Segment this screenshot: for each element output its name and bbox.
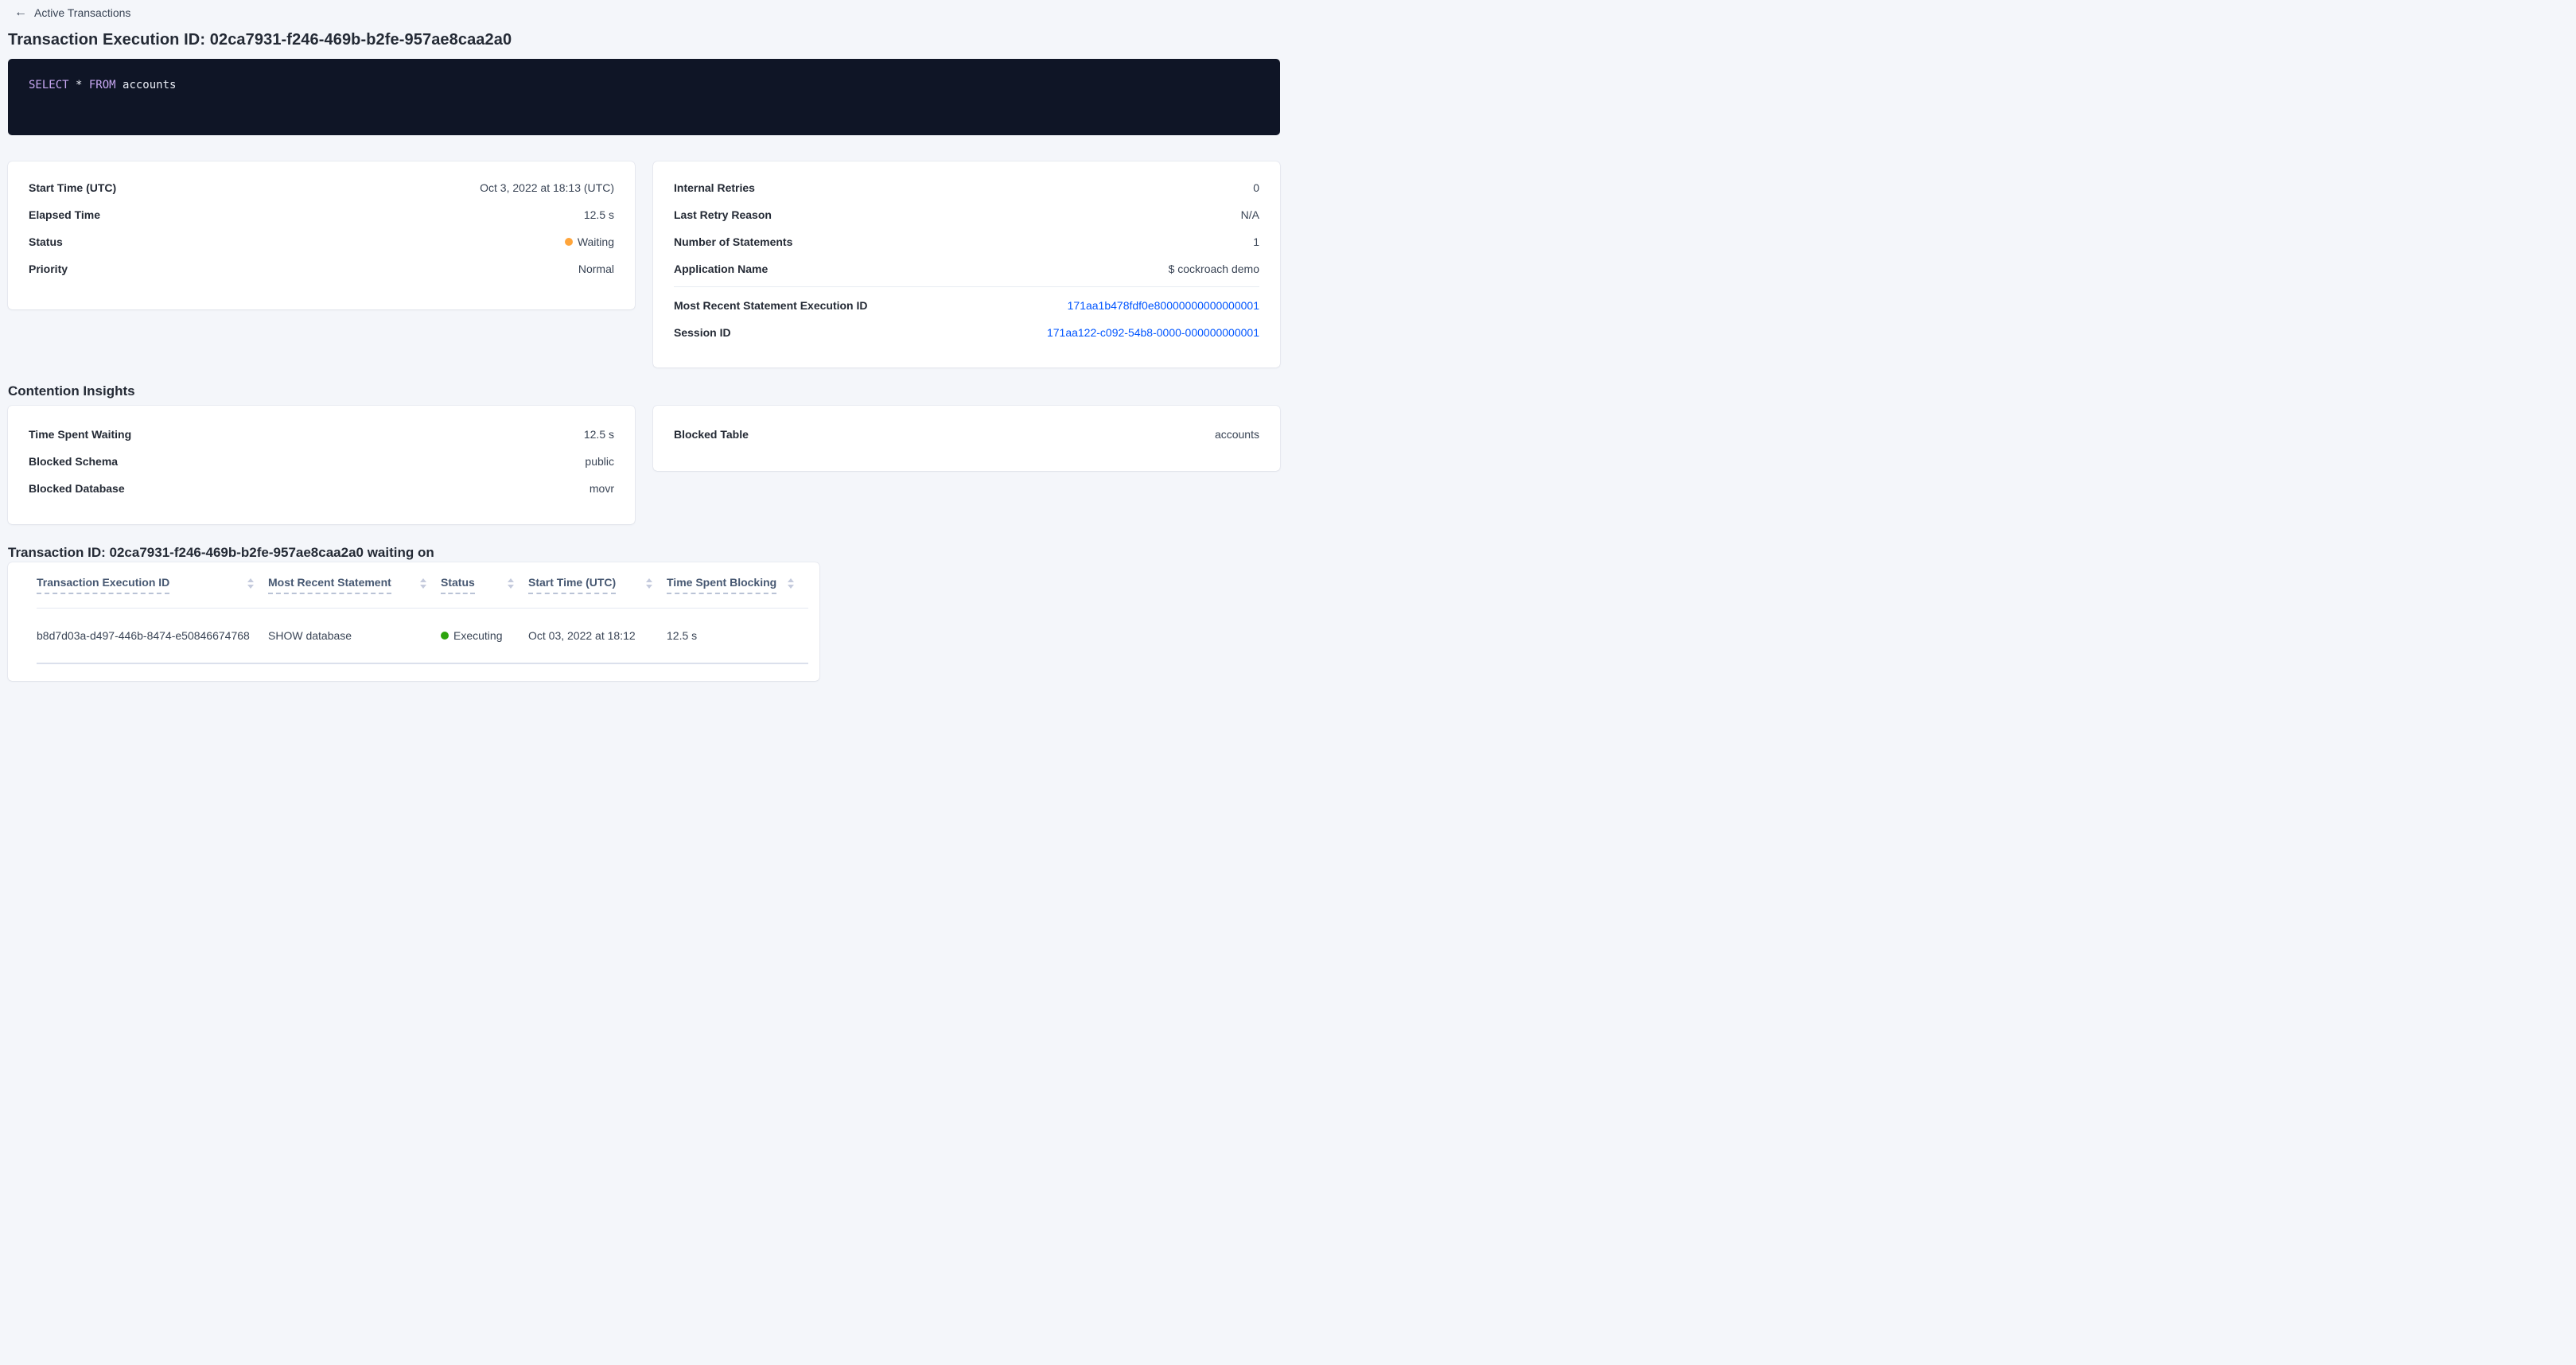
elapsed-time-row: Elapsed Time 12.5 s <box>29 201 614 228</box>
table-row: b8d7d03a-d497-446b-8474-e50846674768 SHO… <box>37 609 808 664</box>
blocked-schema-row: Blocked Schema public <box>29 448 614 475</box>
sql-statement-box: SELECT * FROM accounts <box>8 59 1280 135</box>
sql-star: * <box>69 79 89 91</box>
page-title: Transaction Execution ID: 02ca7931-f246-… <box>8 32 1280 48</box>
blocked-table-row: Blocked Table accounts <box>674 421 1259 448</box>
cell-time-spent-blocking: 12.5 s <box>667 629 808 642</box>
statement-count-label: Number of Statements <box>674 235 792 248</box>
contention-card-left: Time Spent Waiting 12.5 s Blocked Schema… <box>8 406 635 524</box>
blocked-schema-value: public <box>585 455 614 468</box>
transaction-details-page: ← Active Transactions Transaction Execut… <box>0 0 1288 681</box>
waiting-on-table: Transaction Execution ID Most Recent Sta… <box>8 562 819 681</box>
priority-value: Normal <box>578 262 614 275</box>
elapsed-time-label: Elapsed Time <box>29 208 100 221</box>
blocked-table-label: Blocked Table <box>674 428 749 441</box>
status-value: Waiting <box>565 235 614 248</box>
statement-execution-id-label: Most Recent Statement Execution ID <box>674 299 868 312</box>
card-divider <box>674 286 1259 287</box>
back-arrow-icon: ← <box>14 7 27 18</box>
last-retry-reason-value: N/A <box>1241 208 1259 221</box>
cell-most-recent-statement: SHOW database <box>268 629 441 642</box>
summary-cards-row: Start Time (UTC) Oct 3, 2022 at 18:13 (U… <box>8 161 1280 368</box>
blocked-schema-label: Blocked Schema <box>29 455 118 468</box>
statement-execution-id-link[interactable]: 171aa1b478fdf0e80000000000000001 <box>1068 299 1259 312</box>
time-spent-waiting-label: Time Spent Waiting <box>29 428 131 441</box>
last-retry-reason-row: Last Retry Reason N/A <box>674 201 1259 228</box>
internal-retries-label: Internal Retries <box>674 181 755 194</box>
column-header-transaction-execution-id[interactable]: Transaction Execution ID <box>37 576 268 594</box>
status-row: Status Waiting <box>29 228 614 255</box>
start-time-row: Start Time (UTC) Oct 3, 2022 at 18:13 (U… <box>29 174 614 201</box>
status-value-text: Waiting <box>578 235 614 248</box>
elapsed-time-value: 12.5 s <box>584 208 614 221</box>
status-waiting-dot-icon <box>565 238 573 246</box>
priority-label: Priority <box>29 262 68 275</box>
cell-status-text: Executing <box>453 629 502 642</box>
blocked-table-value: accounts <box>1215 428 1259 441</box>
sort-icon[interactable] <box>646 578 652 589</box>
session-id-label: Session ID <box>674 326 731 339</box>
column-header-time-spent-blocking[interactable]: Time Spent Blocking <box>667 576 808 594</box>
sql-statement-text: SELECT * FROM accounts <box>29 79 176 91</box>
column-header-status[interactable]: Status <box>441 576 528 594</box>
status-executing-dot-icon <box>441 632 449 640</box>
cell-transaction-execution-id: b8d7d03a-d497-446b-8474-e50846674768 <box>37 629 268 642</box>
statement-execution-id-row: Most Recent Statement Execution ID 171aa… <box>674 292 1259 319</box>
session-id-link[interactable]: 171aa122-c092-54b8-0000-000000000001 <box>1047 326 1259 339</box>
statement-count-value: 1 <box>1253 235 1259 248</box>
sql-keyword-select: SELECT <box>29 79 69 91</box>
blocked-database-value: movr <box>590 482 614 495</box>
sql-table-name: accounts <box>116 79 177 91</box>
back-link-label: Active Transactions <box>34 6 130 19</box>
contention-card-right: Blocked Table accounts <box>653 406 1280 471</box>
cell-status: Executing <box>441 629 528 642</box>
blocked-database-row: Blocked Database movr <box>29 475 614 502</box>
status-label: Status <box>29 235 63 248</box>
sort-icon[interactable] <box>508 578 514 589</box>
application-name-label: Application Name <box>674 262 768 275</box>
table-header-row: Transaction Execution ID Most Recent Sta… <box>37 562 808 609</box>
time-spent-waiting-row: Time Spent Waiting 12.5 s <box>29 421 614 448</box>
application-name-value: $ cockroach demo <box>1169 262 1259 275</box>
session-id-row: Session ID 171aa122-c092-54b8-0000-00000… <box>674 319 1259 346</box>
sort-icon[interactable] <box>247 578 254 589</box>
time-spent-waiting-value: 12.5 s <box>584 428 614 441</box>
summary-card-left: Start Time (UTC) Oct 3, 2022 at 18:13 (U… <box>8 161 635 309</box>
cell-start-time: Oct 03, 2022 at 18:12 <box>528 629 667 642</box>
start-time-value: Oct 3, 2022 at 18:13 (UTC) <box>480 181 614 194</box>
internal-retries-row: Internal Retries 0 <box>674 174 1259 201</box>
application-name-row: Application Name $ cockroach demo <box>674 255 1259 282</box>
contention-insights-heading: Contention Insights <box>8 384 1280 399</box>
column-header-most-recent-statement[interactable]: Most Recent Statement <box>268 576 441 594</box>
blocked-database-label: Blocked Database <box>29 482 125 495</box>
column-header-start-time[interactable]: Start Time (UTC) <box>528 576 667 594</box>
sort-icon[interactable] <box>420 578 426 589</box>
priority-row: Priority Normal <box>29 255 614 282</box>
start-time-label: Start Time (UTC) <box>29 181 116 194</box>
last-retry-reason-label: Last Retry Reason <box>674 208 772 221</box>
internal-retries-value: 0 <box>1253 181 1259 194</box>
sql-keyword-from: FROM <box>89 79 116 91</box>
statement-count-row: Number of Statements 1 <box>674 228 1259 255</box>
back-link[interactable]: ← Active Transactions <box>14 6 130 19</box>
waiting-on-heading: Transaction ID: 02ca7931-f246-469b-b2fe-… <box>8 546 1280 560</box>
sort-icon[interactable] <box>788 578 794 589</box>
summary-card-right: Internal Retries 0 Last Retry Reason N/A… <box>653 161 1280 368</box>
contention-cards-row: Time Spent Waiting 12.5 s Blocked Schema… <box>8 406 1280 524</box>
